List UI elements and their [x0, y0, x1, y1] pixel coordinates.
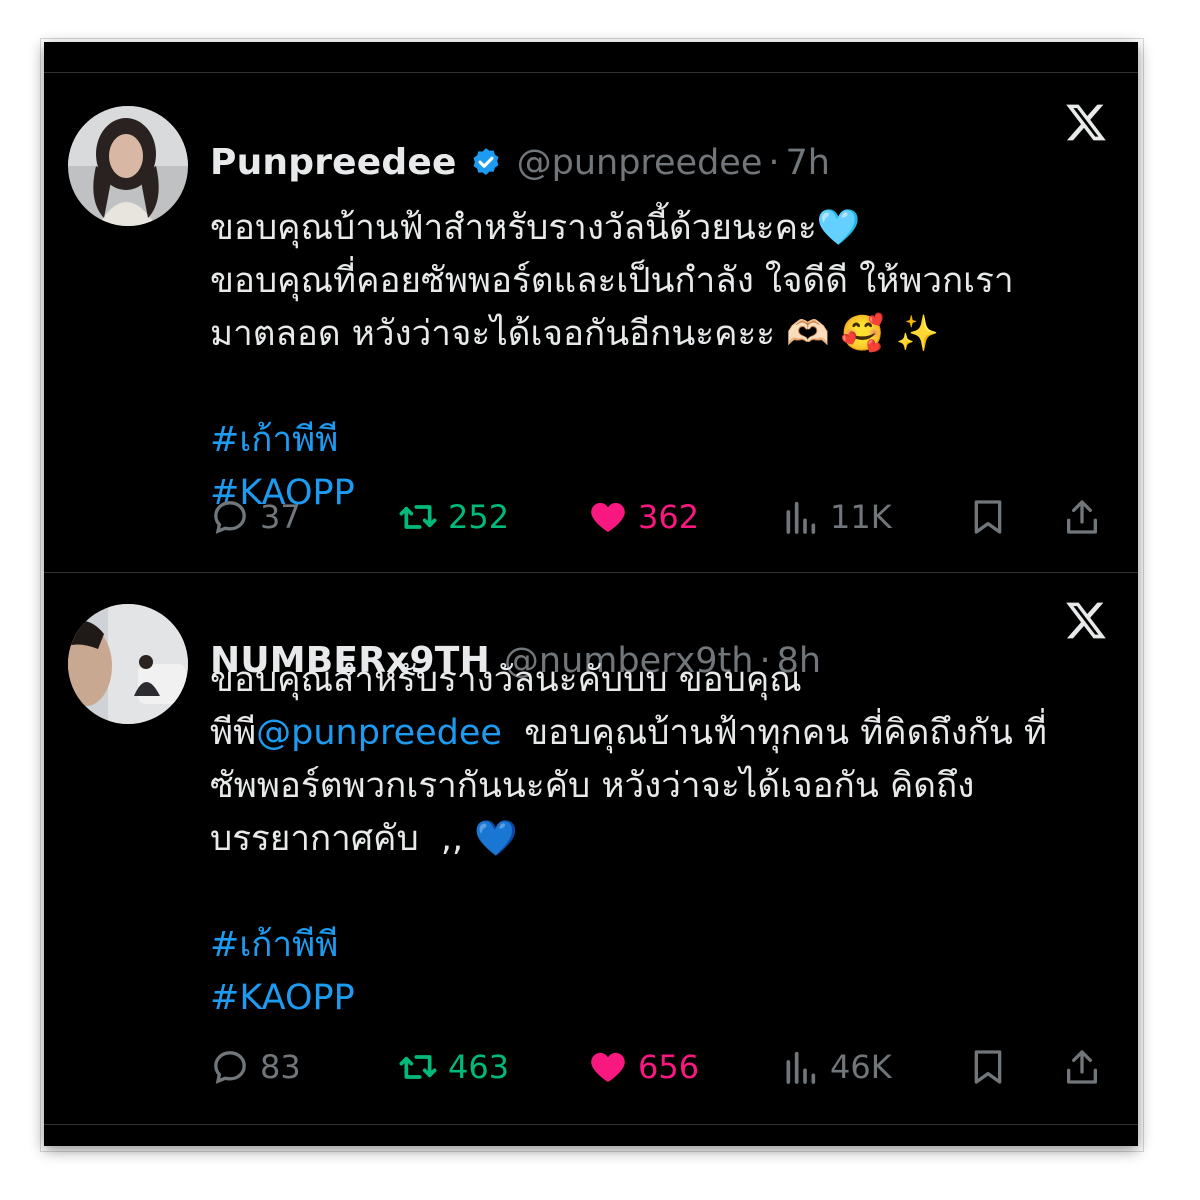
reply-icon [214, 1051, 246, 1084]
tweet-text-fragment: ขอบคุณบ้านฟ้าทุกคน ที่คิดถึงกัน ที่ [501, 713, 1048, 753]
separator-dot: · [768, 142, 780, 183]
bookmark-button[interactable] [968, 1042, 1018, 1092]
retweet-button[interactable]: 252 [398, 492, 509, 542]
tweet-text-line: ขอบคุณบ้านฟ้าสำหรับรางวัลนี้ด้วยนะคะ🩵 [210, 208, 861, 248]
bottom-divider [44, 1124, 1138, 1125]
timestamp[interactable]: 7h [786, 143, 830, 183]
reply-count: 83 [260, 1048, 301, 1086]
views-button[interactable]: 46K [780, 1042, 892, 1092]
screenshot-frame: Punpreedee @punpreedee · 7h ขอบคุณบ้านฟ้… [44, 42, 1138, 1146]
tweet-text-line: บรรยากาศคับ ,, 💙 [210, 819, 518, 859]
tweet-divider [44, 572, 1138, 573]
reply-button[interactable]: 37 [210, 492, 301, 542]
view-count: 11K [830, 498, 892, 536]
reply-button[interactable]: 83 [210, 1042, 301, 1092]
tweet-text: ขอบคุณสำหรับรางวัลนะคับบบ ขอบคุณ พีพี@pu… [210, 654, 1110, 1025]
view-count: 46K [830, 1048, 892, 1086]
username-handle[interactable]: @punpreedee [517, 143, 763, 183]
avatar-photo-icon [68, 604, 188, 724]
avatar-photo-icon [68, 106, 188, 226]
hashtag-link[interactable]: #เก้าพีพี [210, 414, 1110, 467]
like-button[interactable]: 656 [588, 1042, 699, 1092]
top-divider [44, 72, 1138, 73]
views-chart-icon [786, 501, 816, 534]
like-button[interactable]: 362 [588, 492, 699, 542]
share-button[interactable] [1062, 1042, 1112, 1092]
verified-badge-icon [469, 146, 503, 180]
action-bar: 83 463 656 46K [210, 1042, 1100, 1092]
reply-icon [214, 501, 246, 534]
retweet-count: 252 [448, 498, 510, 536]
x-logo-icon [1064, 598, 1108, 642]
tweet-text-line: ซัพพอร์ตพวกเรากันนะคับ หวังว่าจะได้เจอกั… [210, 766, 975, 806]
retweet-icon [399, 1055, 437, 1079]
tweet-text: ขอบคุณบ้านฟ้าสำหรับรางวัลนี้ด้วยนะคะ🩵 ขอ… [210, 202, 1110, 520]
reply-count: 37 [260, 498, 301, 536]
like-count: 656 [638, 1048, 700, 1086]
tweet-header: Punpreedee @punpreedee · 7h [210, 142, 830, 183]
bookmark-button[interactable] [968, 492, 1018, 542]
x-logo-icon [1064, 100, 1108, 144]
heart-icon [591, 502, 625, 532]
retweet-count: 463 [448, 1048, 510, 1086]
views-chart-icon [786, 1051, 816, 1084]
retweet-icon [399, 505, 437, 529]
mention-link[interactable]: @punpreedee [256, 713, 502, 753]
share-icon [1067, 1050, 1097, 1084]
avatar[interactable] [68, 106, 188, 226]
retweet-button[interactable]: 463 [398, 1042, 509, 1092]
tweet-text-line: ขอบคุณสำหรับรางวัลนะคับบบ ขอบคุณ [210, 660, 802, 700]
tweet-text-fragment: พีพี [210, 713, 257, 753]
views-button[interactable]: 11K [780, 492, 892, 542]
heart-icon [591, 1052, 625, 1082]
share-button[interactable] [1062, 492, 1112, 542]
avatar[interactable] [68, 604, 188, 724]
like-count: 362 [638, 498, 700, 536]
tweet-text-line: ขอบคุณที่คอยซัพพอร์ตและเป็นกำลัง ใจดีดี … [210, 261, 1014, 301]
display-name[interactable]: Punpreedee [210, 142, 457, 183]
hashtag-link[interactable]: #KAOPP [210, 972, 1110, 1025]
bookmark-icon [974, 500, 1002, 534]
share-icon [1067, 500, 1097, 534]
tweet-text-line: พีพี@punpreedee ขอบคุณบ้านฟ้าทุกคน ที่คิ… [210, 707, 1110, 760]
action-bar: 37 252 362 11K [210, 492, 1100, 542]
bookmark-icon [974, 1050, 1002, 1084]
tweet-text-line: มาตลอด หวังว่าจะได้เจอกันอีกนะคะะ 🫶🏻 🥰 ✨ [210, 314, 940, 354]
hashtag-link[interactable]: #เก้าพีพี [210, 919, 1110, 972]
